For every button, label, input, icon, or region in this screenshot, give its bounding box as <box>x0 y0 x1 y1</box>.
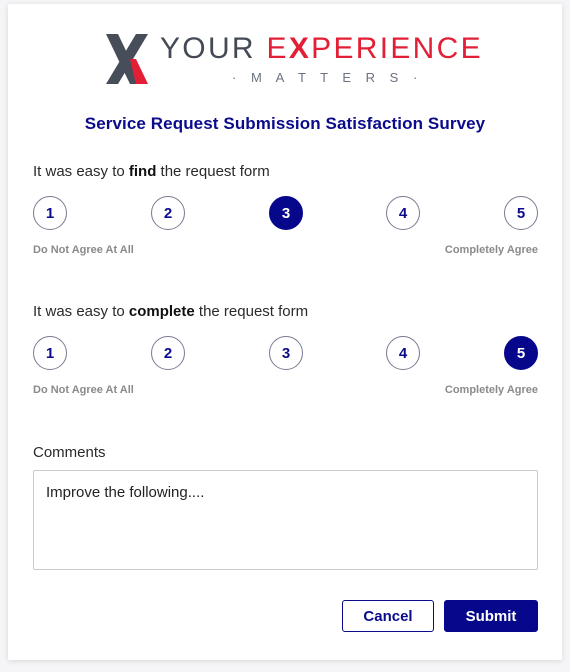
survey-title: Service Request Submission Satisfaction … <box>84 114 486 133</box>
q1-high-label: Completely Agree <box>444 244 538 256</box>
comments-textarea[interactable]: Improve the following.... <box>33 470 538 570</box>
q1-rating-5[interactable]: 5 <box>504 196 538 230</box>
q2-rating-5[interactable]: 5 <box>504 336 538 370</box>
q1-rating-4[interactable]: 4 <box>386 196 420 230</box>
question-2-scale: 1 2 3 4 5 <box>33 336 538 370</box>
q1-rating-3[interactable]: 3 <box>269 196 303 230</box>
comments-label: Comments <box>33 444 106 461</box>
logo-tagline: · M A T T E R S · <box>232 70 423 85</box>
question-2-text: It was easy to complete the request form <box>33 303 309 320</box>
survey-card: YOUR EXPERIENCE · M A T T E R S · Servic… <box>8 4 562 660</box>
q2-low-label: Do Not Agree At All <box>33 384 134 396</box>
q2-high-label: Completely Agree <box>444 384 538 396</box>
logo-wordmark: YOUR EXPERIENCE <box>160 32 483 65</box>
cancel-button[interactable]: Cancel <box>342 600 434 632</box>
x-logo-icon <box>106 34 148 84</box>
question-1-scale: 1 2 3 4 5 <box>33 196 538 230</box>
q1-rating-1[interactable]: 1 <box>33 196 67 230</box>
q2-rating-4[interactable]: 4 <box>386 336 420 370</box>
q2-rating-3[interactable]: 3 <box>269 336 303 370</box>
q2-rating-1[interactable]: 1 <box>33 336 67 370</box>
question-1-text: It was easy to find the request form <box>33 163 270 180</box>
q1-low-label: Do Not Agree At All <box>33 244 134 256</box>
brand-logo: YOUR EXPERIENCE · M A T T E R S · <box>106 32 481 88</box>
submit-button[interactable]: Submit <box>444 600 538 632</box>
q2-rating-2[interactable]: 2 <box>151 336 185 370</box>
q1-rating-2[interactable]: 2 <box>151 196 185 230</box>
